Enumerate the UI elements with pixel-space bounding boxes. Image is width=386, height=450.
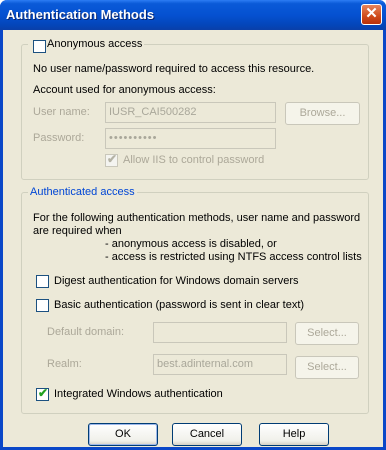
integrated-windows-label: Integrated Windows authentication [54,388,223,400]
realm-label: Realm: [47,358,82,370]
digest-checkbox[interactable] [36,275,49,288]
basic-checkbox[interactable] [36,299,49,312]
authenticated-description-line1: For the following authentication methods… [33,212,361,224]
password-label: Password: [33,132,85,144]
check-icon: ✔ [107,152,118,166]
username-field[interactable]: IUSR_CAI500282 [105,102,276,123]
anonymous-access-label: Anonymous access [47,38,143,50]
digest-label: Digest authentication for Windows domain… [54,275,299,287]
password-field[interactable]: •••••••••• [105,128,276,149]
basic-label: Basic authentication (password is sent i… [54,299,305,311]
anonymous-access-checkbox[interactable] [33,40,46,53]
default-domain-label: Default domain: [47,326,125,338]
help-button[interactable]: Help [259,423,329,446]
authenticated-description-line2: are required when [33,225,122,237]
anonymous-description: No user name/password required to access… [33,63,315,75]
authenticated-bullet-2: - access is restricted using NTFS access… [105,251,362,263]
allow-iis-checkbox[interactable]: ✔ [105,152,118,167]
realm-select-button[interactable]: Select... [295,356,359,379]
default-domain-select-button[interactable]: Select... [295,322,359,345]
realm-field[interactable]: best.adinternal.com [153,354,287,375]
integrated-windows-checkbox[interactable]: ✔ [36,386,49,401]
cancel-button[interactable]: Cancel [172,423,242,446]
check-icon: ✔ [38,386,49,400]
username-label: User name: [33,106,90,118]
title-bar[interactable]: Authentication Methods ✕ [0,0,386,30]
authentication-methods-dialog: Authentication Methods ✕ Anonymous acces… [0,0,386,450]
window-title: Authentication Methods [6,7,155,22]
close-icon[interactable]: ✕ [361,4,382,25]
authenticated-bullet-1: - anonymous access is disabled, or [105,238,277,250]
ok-button[interactable]: OK [88,423,158,446]
default-domain-field[interactable] [153,322,287,343]
browse-button[interactable]: Browse... [285,102,360,125]
account-caption: Account used for anonymous access: [33,84,216,96]
allow-iis-label: Allow IIS to control password [123,154,265,166]
authenticated-access-legend: Authenticated access [30,186,135,198]
